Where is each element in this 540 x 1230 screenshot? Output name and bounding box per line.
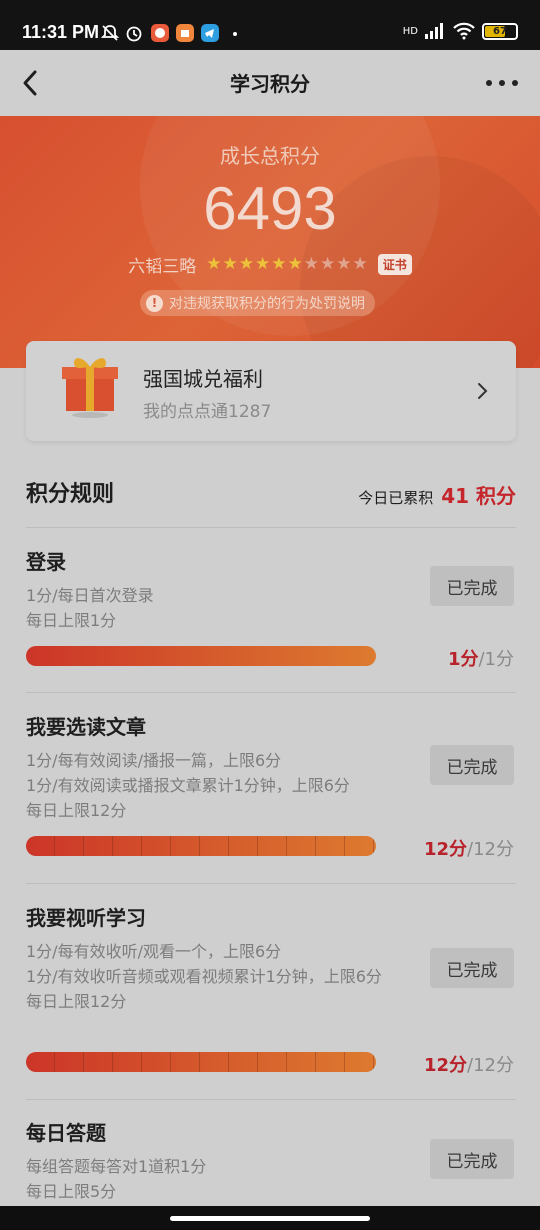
completed-button[interactable]: 已完成 xyxy=(430,566,514,606)
star-filled-icon: ★ xyxy=(271,254,287,274)
wifi-icon xyxy=(453,22,475,40)
progress-bar xyxy=(26,646,376,666)
warning-icon: ! xyxy=(146,294,163,312)
rule-item-read-articles: 我要选读文章 1分/每有效阅读/播报一篇，上限6分 1分/有效阅读或播报文章累计… xyxy=(26,715,514,860)
more-notifications-dot xyxy=(233,32,237,36)
telegram-icon xyxy=(201,24,219,42)
mute-bell-icon xyxy=(100,25,120,41)
star-filled-icon: ★ xyxy=(238,254,254,274)
total-points-value: 6493 xyxy=(203,175,337,242)
star-filled-icon: ★ xyxy=(206,254,222,274)
rules-section-header: 积分规则 今日已累积 41 积分 xyxy=(26,476,516,509)
rank-row: 六韬三略 ★ ★ ★ ★ ★ ★ ★ ★ ★ ★ 证书 xyxy=(0,252,540,277)
rules-title: 积分规则 xyxy=(26,481,115,507)
app-notification-icon xyxy=(151,24,169,42)
alarm-icon xyxy=(126,26,142,42)
status-right: HD 67 xyxy=(403,22,518,40)
rule-score: 12分/12分 xyxy=(423,839,514,860)
top-nav-bar: 学习积分 xyxy=(0,50,540,116)
completed-button[interactable]: 已完成 xyxy=(430,948,514,988)
star-empty-icon: ★ xyxy=(303,254,319,274)
app-notification-icon xyxy=(176,24,194,42)
rule-item-daily-quiz: 每日答题 每组答题每答对1道积1分 每日上限5分 已完成 xyxy=(26,1117,516,1207)
total-points-label: 成长总积分 xyxy=(220,144,320,168)
rule-score: 12分/12分 xyxy=(423,1055,514,1076)
penalty-notice-link[interactable]: ! 对违规获取积分的行为处罚说明 xyxy=(140,290,375,316)
signal-icon xyxy=(425,23,443,39)
star-empty-icon: ★ xyxy=(319,254,336,274)
completed-button[interactable]: 已完成 xyxy=(430,1139,514,1179)
gift-box-icon xyxy=(62,358,118,418)
star-empty-icon: ★ xyxy=(352,254,368,274)
progress-bar xyxy=(26,1052,376,1072)
star-empty-icon: ★ xyxy=(336,254,352,274)
battery-icon: 67 xyxy=(482,22,518,40)
star-filled-icon: ★ xyxy=(287,254,303,274)
welfare-card[interactable]: 强国城兑福利 我的点点通1287 xyxy=(26,341,516,441)
rule-item-login: 登录 1分/每日首次登录 每日上限1分 已完成 1分/1分 xyxy=(26,550,514,670)
rank-title: 六韬三略 xyxy=(128,257,197,277)
divider xyxy=(26,883,516,884)
page-title: 学习积分 xyxy=(230,72,310,96)
penalty-notice-text: 对违规获取积分的行为处罚说明 xyxy=(169,296,365,312)
total-points-banner: 成长总积分 6493 六韬三略 ★ ★ ★ ★ ★ ★ ★ ★ ★ ★ 证书 ! 对违规获取积分的… xyxy=(0,116,540,368)
star-filled-icon: ★ xyxy=(222,254,238,274)
progress-bar xyxy=(26,836,376,856)
divider xyxy=(26,1099,516,1100)
status-bar: 11:31 PM HD 67 xyxy=(0,0,540,50)
network-type: HD xyxy=(402,25,418,37)
completed-button[interactable]: 已完成 xyxy=(430,745,514,785)
more-options-icon[interactable] xyxy=(486,80,518,86)
divider xyxy=(26,527,516,528)
today-points: 今日已累积 41 积分 xyxy=(358,480,516,509)
today-points-value: 41 积分 xyxy=(441,484,516,508)
welfare-points: 我的点点通1287 xyxy=(143,402,272,422)
chevron-right-icon xyxy=(478,383,488,399)
status-time: 11:31 PM xyxy=(22,22,100,42)
divider xyxy=(26,692,516,693)
welfare-title: 强国城兑福利 xyxy=(143,367,263,391)
rule-item-audio-video: 我要视听学习 1分/每有效收听/观看一个，上限6分 1分/有效收听音频或观看视频… xyxy=(26,906,514,1076)
rule-score: 1分/1分 xyxy=(447,649,514,670)
home-indicator[interactable] xyxy=(170,1216,370,1221)
star-filled-icon: ★ xyxy=(254,254,271,274)
rank-stars: ★ ★ ★ ★ ★ ★ ★ ★ ★ ★ xyxy=(206,256,368,273)
certificate-button[interactable]: 证书 xyxy=(377,254,412,275)
